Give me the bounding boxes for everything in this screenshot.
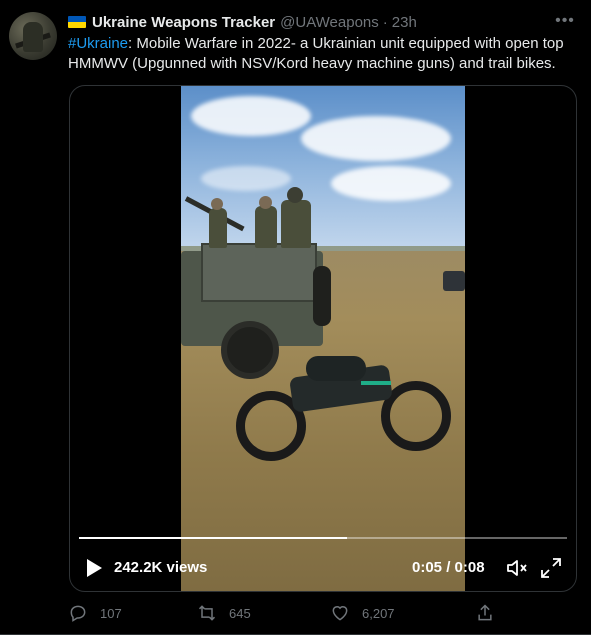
tweet-actions: 107 645 6,207 <box>68 601 568 625</box>
retweet-count: 645 <box>229 605 251 621</box>
fullscreen-icon[interactable] <box>539 556 563 580</box>
reply-count: 107 <box>100 605 122 621</box>
play-icon[interactable] <box>84 558 104 578</box>
share-button[interactable] <box>475 601 507 625</box>
video-progress-fill <box>79 537 348 539</box>
more-options-button[interactable]: ••• <box>553 12 577 32</box>
retweet-button[interactable]: 645 <box>197 601 251 625</box>
heart-icon <box>332 606 348 621</box>
video-progress-bar[interactable] <box>79 537 567 539</box>
retweet-icon <box>198 605 216 621</box>
separator-dot: · <box>382 13 388 31</box>
view-count: 242.2K views <box>114 559 208 576</box>
author-handle[interactable]: @UAWeapons <box>280 14 379 31</box>
video-player[interactable]: 242.2K views 0:05 / 0:08 <box>69 85 577 592</box>
volume-muted-icon[interactable] <box>505 556 529 580</box>
video-frame[interactable] <box>181 86 465 591</box>
share-icon <box>478 604 492 621</box>
like-count: 6,207 <box>362 605 395 621</box>
video-timecode: 0:05 / 0:08 <box>412 559 485 576</box>
avatar[interactable] <box>9 12 57 60</box>
tweet: Ukraine Weapons Tracker @UAWeapons · 23h… <box>0 0 591 635</box>
trail-bike <box>236 336 456 466</box>
hashtag-link[interactable]: #Ukraine <box>68 35 128 52</box>
tweet-header: Ukraine Weapons Tracker @UAWeapons · 23h <box>68 12 417 32</box>
timestamp[interactable]: 23h <box>392 14 417 31</box>
reply-icon <box>70 605 86 622</box>
author-name[interactable]: Ukraine Weapons Tracker <box>92 14 275 31</box>
ellipsis-icon: ••• <box>555 12 575 29</box>
ukraine-flag-icon <box>68 16 86 28</box>
like-button[interactable]: 6,207 <box>330 601 395 625</box>
reply-button[interactable]: 107 <box>68 601 122 625</box>
tweet-text: #Ukraine: Mobile Warfare in 2022- a Ukra… <box>68 34 573 74</box>
tweet-body: : Mobile Warfare in 2022- a Ukrainian un… <box>68 35 564 72</box>
